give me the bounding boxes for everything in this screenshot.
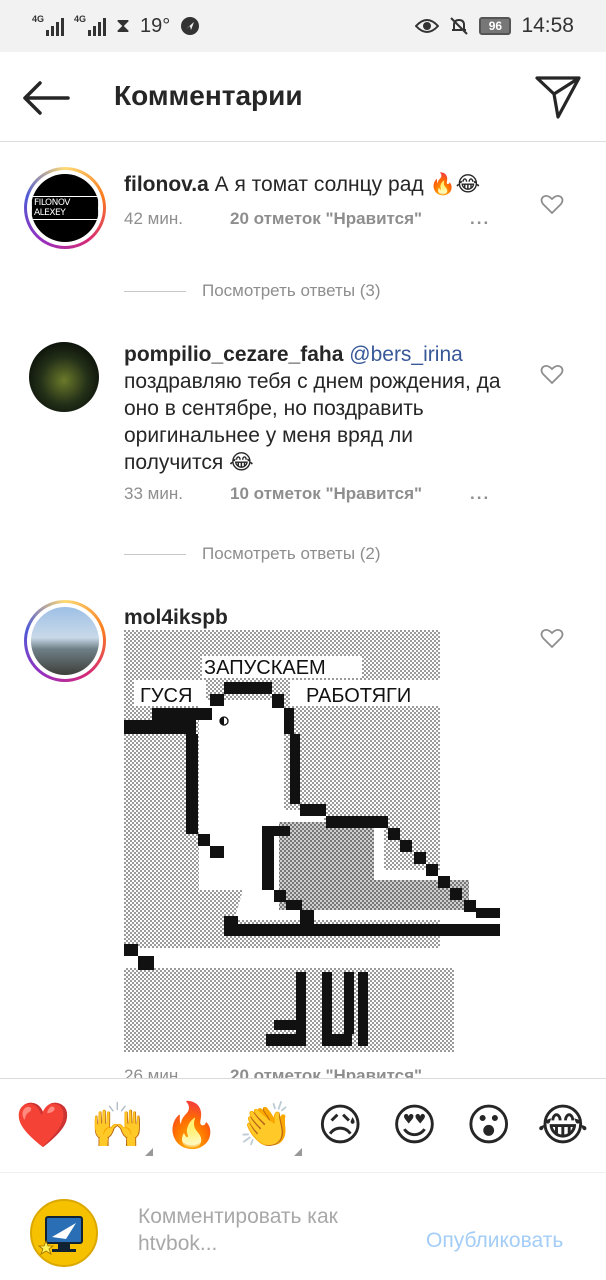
comment-username[interactable]: mol4ikspb [124, 606, 228, 629]
emoji-laughing-button[interactable]: 😂 [535, 1098, 591, 1154]
emoji-raised-hands-glyph: 🙌 [89, 1099, 145, 1151]
goose-wing-shading [279, 822, 469, 910]
comment-meta: 33 мин. 10 отметок "Нравится" ... [124, 484, 490, 504]
emoji-sad-button[interactable]: 😥 [312, 1098, 368, 1154]
navigation-icon [181, 17, 200, 35]
my-avatar [30, 1199, 98, 1267]
emoji-raised-hands-button[interactable]: 🙌 [89, 1098, 154, 1156]
like-heart-icon[interactable] [540, 193, 564, 215]
view-replies-label: Посмотреть ответы (3) [202, 281, 381, 300]
skin-tone-indicator [145, 1147, 154, 1156]
status-bar: 4G 4G ⧗ 19° 96 14:58 [0, 0, 606, 52]
network-type-label: 4G [32, 14, 45, 24]
avatar[interactable] [24, 600, 106, 682]
view-replies-link[interactable]: Посмотреть ответы (2) [124, 544, 381, 564]
skin-tone-indicator [293, 1147, 302, 1156]
comment-likes[interactable]: 20 отметок "Нравится" [230, 209, 470, 229]
emoji-clapping-glyph: 👏 [238, 1099, 294, 1151]
avatar-logo-text: FILONOV ALEXEY [31, 196, 99, 220]
hourglass-icon: ⧗ [116, 14, 131, 37]
avatar-monitor-icon [37, 1216, 83, 1255]
like-heart-icon[interactable] [540, 627, 564, 649]
emoji-fire-button[interactable]: 🔥 [164, 1098, 220, 1154]
signal-icon-2: 4G [74, 14, 106, 36]
comment-username[interactable]: pompilio_cezare_faha [124, 343, 343, 366]
direct-send-icon[interactable] [534, 74, 582, 120]
avatar[interactable] [29, 342, 99, 412]
view-replies-label: Посмотреть ответы (2) [202, 544, 381, 563]
comment-body: А я томат солнцу рад 🔥😂 [214, 173, 481, 196]
header: Комментарии [0, 52, 606, 142]
comment-meta: 42 мин. 20 отметок "Нравится" ... [124, 209, 490, 229]
comment-input-field[interactable]: Комментировать как htvbok... [138, 1203, 408, 1257]
more-options[interactable]: ... [470, 484, 490, 504]
emoji-clapping-button[interactable]: 👏 [238, 1098, 302, 1156]
mute-bell-icon [450, 17, 469, 35]
status-right: 96 14:58 [415, 14, 574, 38]
network-type-label-2: 4G [74, 14, 87, 24]
status-left: 4G 4G ⧗ 19° [32, 14, 200, 38]
like-heart-icon[interactable] [540, 363, 564, 385]
signal-icon: 4G [32, 14, 64, 36]
more-options[interactable]: ... [470, 209, 490, 229]
eye-icon [415, 19, 440, 33]
comment-body: поздравляю тебя с днем рождения, да оно … [124, 370, 501, 474]
comment-time: 33 мин. [124, 484, 183, 503]
emoji-heart-button[interactable]: ❤️ [15, 1098, 71, 1154]
avatar[interactable]: FILONOV ALEXEY [24, 167, 106, 249]
meme-left-text: ГУСЯ [140, 685, 192, 707]
meme-top-text: ЗАПУСКАЕМ [204, 657, 326, 679]
battery-icon: 96 [479, 17, 512, 35]
comment-text-block: pompilio_cezare_faha @bers_irina поздрав… [124, 341, 514, 476]
goose-meme-image: ЗАПУСКАЕМ ГУСЯ РАБОТЯГИ [124, 630, 500, 1052]
comment-mention[interactable]: @bers_irina [349, 343, 463, 366]
emoji-surprised-button[interactable]: 😮 [461, 1098, 517, 1154]
back-arrow-icon[interactable] [20, 78, 72, 118]
comment-time: 42 мин. [124, 209, 183, 228]
emoji-heart-eyes-button[interactable]: 😍 [386, 1098, 442, 1154]
comment-text-block: mol4ikspb [124, 604, 514, 631]
comment-input-bar: Комментировать как htvbok... Опубликоват… [0, 1172, 606, 1280]
page-title: Комментарии [114, 80, 303, 111]
clock: 14:58 [521, 14, 574, 37]
comment-username[interactable]: filonov.a [124, 173, 209, 196]
publish-button[interactable]: Опубликовать [426, 1229, 563, 1253]
meme-right-text: РАБОТЯГИ [306, 685, 411, 707]
replies-divider [124, 290, 186, 292]
replies-divider [124, 553, 186, 555]
view-replies-link[interactable]: Посмотреть ответы (3) [124, 281, 381, 301]
emoji-quick-bar: ❤️ 🙌 🔥 👏 😥 😍 😮 😂 [0, 1078, 606, 1172]
comment-text-block: filonov.a А я томат солнцу рад 🔥😂 [124, 171, 514, 198]
comment-likes[interactable]: 10 отметок "Нравится" [230, 484, 470, 504]
temperature: 19° [140, 14, 171, 37]
